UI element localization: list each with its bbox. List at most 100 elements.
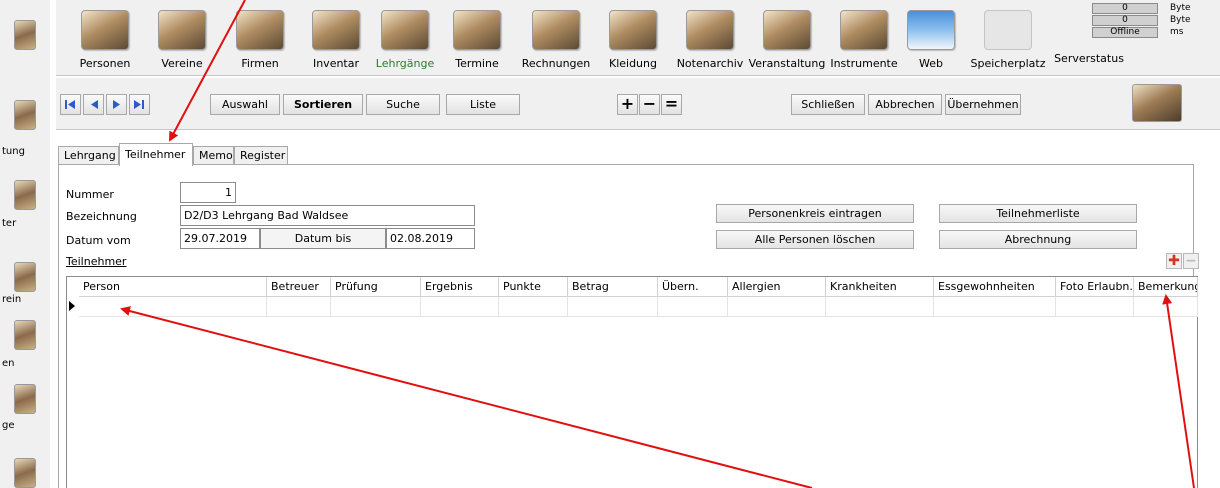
- table-cell[interactable]: [728, 297, 826, 317]
- datum-bis-field[interactable]: 02.08.2019: [386, 228, 475, 249]
- module-label: Vereine: [161, 57, 203, 70]
- table-cell[interactable]: [331, 297, 421, 317]
- person-module-icon: [14, 384, 36, 414]
- column-header-essgewohnheiten[interactable]: Essgewohnheiten: [934, 277, 1056, 297]
- module-label: Inventar: [312, 57, 360, 70]
- column-header-bemerkung[interactable]: Bemerkung: [1134, 277, 1198, 297]
- column-header-pruefung[interactable]: Prüfung: [331, 277, 421, 297]
- table-cell[interactable]: [421, 297, 499, 317]
- status-row: Offline ms: [1092, 27, 1218, 39]
- previous-record-icon: [90, 100, 98, 109]
- status-unit: Byte: [1170, 15, 1191, 25]
- module-label: Lehrgänge: [375, 57, 435, 70]
- sidebar-item-label: tung: [2, 146, 25, 157]
- tab-lehrgang[interactable]: Lehrgang: [58, 146, 119, 165]
- teilnehmerliste-button[interactable]: Teilnehmerliste: [939, 204, 1137, 223]
- sidebar-item[interactable]: ge: [0, 384, 44, 434]
- table-cell[interactable]: [499, 297, 568, 317]
- module-personen[interactable]: Personen: [65, 10, 145, 70]
- module-firmen[interactable]: Firmen: [220, 10, 300, 70]
- column-header-foto-erlaubn[interactable]: Foto Erlaubn.: [1056, 277, 1134, 297]
- schliessen-button[interactable]: Schließen: [791, 94, 865, 115]
- module-kleidung[interactable]: Kleidung: [593, 10, 673, 70]
- first-record-icon: [65, 100, 75, 109]
- column-header-betrag[interactable]: Betrag: [568, 277, 658, 297]
- module-lehrgaenge[interactable]: Lehrgänge: [365, 10, 445, 70]
- sidebar-item[interactable]: [0, 20, 44, 60]
- auswahl-button[interactable]: Auswahl: [210, 94, 280, 115]
- module-notenarchiv[interactable]: Notenarchiv: [670, 10, 750, 70]
- copy-record-button[interactable]: =: [661, 94, 682, 115]
- module-termine[interactable]: Termine: [437, 10, 517, 70]
- tab-memo[interactable]: Memo: [193, 146, 234, 165]
- alle-personen-loeschen-button[interactable]: Alle Personen löschen: [716, 230, 914, 249]
- sortieren-button[interactable]: Sortieren: [283, 94, 363, 115]
- column-header-person[interactable]: Person: [79, 277, 267, 297]
- remove-participant-button[interactable]: −: [1183, 253, 1199, 269]
- tab-teilnehmer[interactable]: Teilnehmer: [119, 143, 193, 166]
- person-module-icon: [14, 20, 36, 50]
- module-veranstaltung[interactable]: Veranstaltung: [747, 10, 827, 70]
- person-module-icon: [14, 100, 36, 130]
- delete-record-button[interactable]: −: [639, 94, 660, 115]
- sidebar-item-label: ge: [2, 420, 15, 431]
- sidebar-item-label: ter: [2, 218, 17, 229]
- datum-vom-field[interactable]: 29.07.2019: [180, 228, 260, 249]
- current-row-indicator-icon: [69, 301, 75, 311]
- abbrechen-button[interactable]: Abbrechen: [868, 94, 942, 115]
- sidebar-item[interactable]: ter: [0, 180, 44, 230]
- module-vereine[interactable]: Vereine: [142, 10, 222, 70]
- nummer-field[interactable]: 1: [180, 182, 236, 203]
- record-navigation-bar: Auswahl Sortieren Suche Liste + − = Schl…: [56, 78, 1220, 130]
- tab-register[interactable]: Register: [234, 146, 288, 165]
- rechnungen-icon: [532, 10, 580, 50]
- participant-table[interactable]: Person Betreuer Prüfung Ergebnis Punkte …: [66, 276, 1198, 488]
- sidebar-item-label: rein: [2, 294, 22, 305]
- column-header-uebern[interactable]: Übern.: [658, 277, 728, 297]
- add-record-button[interactable]: +: [617, 94, 638, 115]
- bezeichnung-field[interactable]: D2/D3 Lehrgang Bad Waldsee: [180, 205, 475, 226]
- last-record-button[interactable]: [129, 94, 150, 115]
- module-serverstatus[interactable]: Serverstatus: [1049, 52, 1129, 65]
- module-label: Speicherplatz: [970, 57, 1046, 70]
- sidebar-item[interactable]: tung: [0, 100, 44, 162]
- column-header-ergebnis[interactable]: Ergebnis: [421, 277, 499, 297]
- sidebar-item[interactable]: en: [0, 320, 44, 372]
- personenkreis-eintragen-button[interactable]: Personenkreis eintragen: [716, 204, 914, 223]
- module-web[interactable]: Web: [891, 10, 971, 70]
- table-cell[interactable]: [934, 297, 1056, 317]
- module-label: Veranstaltung: [748, 57, 826, 70]
- module-rechnungen[interactable]: Rechnungen: [516, 10, 596, 70]
- column-header-krankheiten[interactable]: Krankheiten: [826, 277, 934, 297]
- liste-button[interactable]: Liste: [446, 94, 520, 115]
- table-cell[interactable]: [267, 297, 331, 317]
- table-cell[interactable]: [1134, 297, 1198, 317]
- previous-record-button[interactable]: [83, 94, 104, 115]
- notenarchiv-icon: [686, 10, 734, 50]
- uebernehmen-button[interactable]: Übernehmen: [945, 94, 1021, 115]
- table-cell[interactable]: [826, 297, 934, 317]
- status-value: Offline: [1092, 27, 1158, 38]
- table-cell[interactable]: [1056, 297, 1134, 317]
- first-record-button[interactable]: [60, 94, 81, 115]
- add-participant-button[interactable]: ✚: [1166, 253, 1182, 269]
- inventar-icon: [312, 10, 360, 50]
- column-header-betreuer[interactable]: Betreuer: [267, 277, 331, 297]
- abrechnung-button[interactable]: Abrechnung: [939, 230, 1137, 249]
- column-header-punkte[interactable]: Punkte: [499, 277, 568, 297]
- module-label: Firmen: [241, 57, 279, 70]
- veranstaltung-icon: [763, 10, 811, 50]
- sidebar-item[interactable]: [0, 458, 44, 488]
- module-inventar[interactable]: Inventar: [296, 10, 376, 70]
- next-record-button[interactable]: [106, 94, 127, 115]
- table-cell[interactable]: [658, 297, 728, 317]
- status-value: 0: [1092, 15, 1158, 26]
- status-row: 0 Byte: [1092, 3, 1218, 15]
- module-speicherplatz[interactable]: Speicherplatz: [968, 10, 1048, 70]
- column-header-allergien[interactable]: Allergien: [728, 277, 826, 297]
- table-cell[interactable]: [79, 297, 267, 317]
- sidebar-item[interactable]: rein: [0, 262, 44, 310]
- table-cell[interactable]: [568, 297, 658, 317]
- suche-button[interactable]: Suche: [366, 94, 440, 115]
- personen-icon: [81, 10, 129, 50]
